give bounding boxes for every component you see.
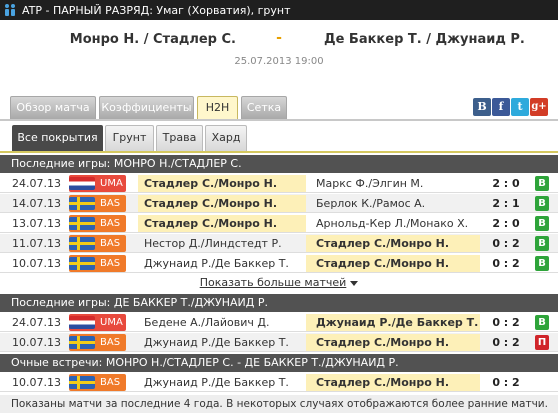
away-pair[interactable]: Стадлер С./Монро Н.: [306, 255, 480, 272]
result-badge: В: [535, 216, 549, 231]
home-pair[interactable]: Нестор Д./Линдстедт Р.: [138, 235, 306, 252]
match-date: 13.07.13: [12, 217, 61, 230]
match-date: 24.07.13: [12, 316, 61, 329]
match-datetime: 25.07.2013 19:00: [234, 56, 324, 67]
table-row[interactable]: 13.07.13 BAS Стадлер С./Монро Н. Арнольд…: [0, 214, 558, 233]
section-header-h2h: Очные встречи: МОНРО Н./СТАДЛЕР С. - ДЕ …: [0, 354, 558, 372]
main-tabs: Обзор матча Коэффициенты H2H Сетка B f t…: [0, 72, 558, 121]
home-team-name[interactable]: Монро Н. / Стадлер С.: [0, 32, 236, 47]
match-score: 2 : 0: [492, 217, 520, 230]
footnote: Показаны матчи за последние 4 года. В не…: [0, 395, 558, 413]
away-pair[interactable]: Арнольд-Кер Л./Монако Х.: [306, 215, 480, 232]
home-pair[interactable]: Бедене А./Лайович Д.: [138, 314, 306, 331]
tab-clay[interactable]: Грунт: [105, 125, 154, 151]
away-pair[interactable]: Маркс Ф./Элгин М.: [306, 175, 480, 192]
match-score: 2 : 0: [492, 177, 520, 190]
table-row[interactable]: 10.07.13 BAS Джунаид Р./Де Баккер Т. Ста…: [0, 373, 558, 392]
google-plus-icon[interactable]: g+: [530, 98, 548, 116]
result-badge: В: [535, 196, 549, 211]
home-pair[interactable]: Джунаид Р./Де Баккер Т.: [138, 374, 306, 391]
tennis-players-icon: [0, 0, 20, 20]
show-more-label[interactable]: Показать больше матчей: [200, 276, 347, 289]
title-bar: ATP - ПАРНЫЙ РАЗРЯД: Умаг (Хорватия), гр…: [0, 0, 558, 20]
match-score: 0 : 2: [492, 257, 520, 270]
match-date: 10.07.13: [12, 257, 61, 270]
facebook-icon[interactable]: f: [492, 98, 510, 116]
sweden-flag: [69, 217, 95, 230]
match-score: 0 : 2: [492, 336, 520, 349]
match-score: 0 : 2: [492, 316, 520, 329]
match-date: 10.07.13: [12, 376, 61, 389]
match-date: 10.07.13: [12, 336, 61, 349]
croatia-flag: [69, 316, 95, 329]
result-badge: П: [535, 335, 549, 350]
home-pair[interactable]: Стадлер С./Монро Н.: [138, 215, 306, 232]
table-row[interactable]: 10.07.13 BAS Джунаид Р./Де Баккер Т. Ста…: [0, 333, 558, 352]
home-pair[interactable]: Джунаид Р./Де Баккер Т.: [138, 255, 306, 272]
score-separator: -: [276, 30, 282, 46]
away-pair[interactable]: Джунаид Р./Де Баккер Т.: [306, 314, 480, 331]
tab-grass[interactable]: Трава: [156, 125, 203, 151]
sweden-flag: [69, 197, 95, 210]
tab-odds[interactable]: Коэффициенты: [99, 96, 194, 119]
croatia-flag: [69, 177, 95, 190]
tab-h2h[interactable]: H2H: [197, 96, 238, 119]
sweden-flag: [69, 237, 95, 250]
chevron-down-icon: [350, 280, 359, 286]
sweden-flag: [69, 257, 95, 270]
home-pair[interactable]: Стадлер С./Монро Н.: [138, 195, 306, 212]
vk-icon[interactable]: B: [473, 98, 491, 116]
match-score: 0 : 2: [492, 376, 520, 389]
table-row[interactable]: 14.07.13 BAS Стадлер С./Монро Н. Берлок …: [0, 194, 558, 213]
tab-draw[interactable]: Сетка: [241, 96, 287, 119]
home-pair[interactable]: Джунаид Р./Де Баккер Т.: [138, 334, 306, 351]
match-score: 0 : 2: [492, 237, 520, 250]
away-pair[interactable]: Берлок К./Рамос А.: [306, 195, 480, 212]
table-row[interactable]: 24.07.13 UMA Стадлер С./Монро Н. Маркс Ф…: [0, 174, 558, 193]
result-badge: В: [535, 236, 549, 251]
away-team-name[interactable]: Де Баккер Т. / Джунаид Р.: [324, 32, 525, 47]
home-pair[interactable]: Стадлер С./Монро Н.: [138, 175, 306, 192]
result-badge: В: [535, 315, 549, 330]
match-header: Монро Н. / Стадлер С. - Де Баккер Т. / Д…: [0, 20, 558, 72]
result-badge: В: [535, 176, 549, 191]
result-badge: В: [535, 256, 549, 271]
section-header-away: Последние игры: ДЕ БАККЕР Т./ДЖУНАИД Р.: [0, 294, 558, 312]
match-date: 14.07.13: [12, 197, 61, 210]
match-date: 11.07.13: [12, 237, 61, 250]
competition-title: ATP - ПАРНЫЙ РАЗРЯД: Умаг (Хорватия), гр…: [22, 3, 291, 17]
match-date: 24.07.13: [12, 177, 61, 190]
surface-tabs: Все покрытия Грунт Трава Хард: [0, 121, 558, 153]
sweden-flag: [69, 376, 95, 389]
show-more-link[interactable]: Показать больше матчей: [0, 273, 558, 293]
table-row[interactable]: 11.07.13 BAS Нестор Д./Линдстедт Р. Стад…: [0, 234, 558, 253]
tab-hard[interactable]: Хард: [205, 125, 247, 151]
section-header-home: Последние игры: МОНРО Н./СТАДЛЕР С.: [0, 155, 558, 173]
away-pair[interactable]: Стадлер С./Монро Н.: [306, 374, 480, 391]
away-pair[interactable]: Стадлер С./Монро Н.: [306, 334, 480, 351]
twitter-icon[interactable]: t: [511, 98, 529, 116]
table-row[interactable]: 10.07.13 BAS Джунаид Р./Де Баккер Т. Ста…: [0, 254, 558, 273]
sweden-flag: [69, 336, 95, 349]
tab-overview[interactable]: Обзор матча: [10, 96, 96, 119]
away-pair[interactable]: Стадлер С./Монро Н.: [306, 235, 480, 252]
match-score: 2 : 1: [492, 197, 520, 210]
table-row[interactable]: 24.07.13 UMA Бедене А./Лайович Д. Джунаи…: [0, 313, 558, 332]
tab-all-surfaces[interactable]: Все покрытия: [12, 125, 103, 151]
